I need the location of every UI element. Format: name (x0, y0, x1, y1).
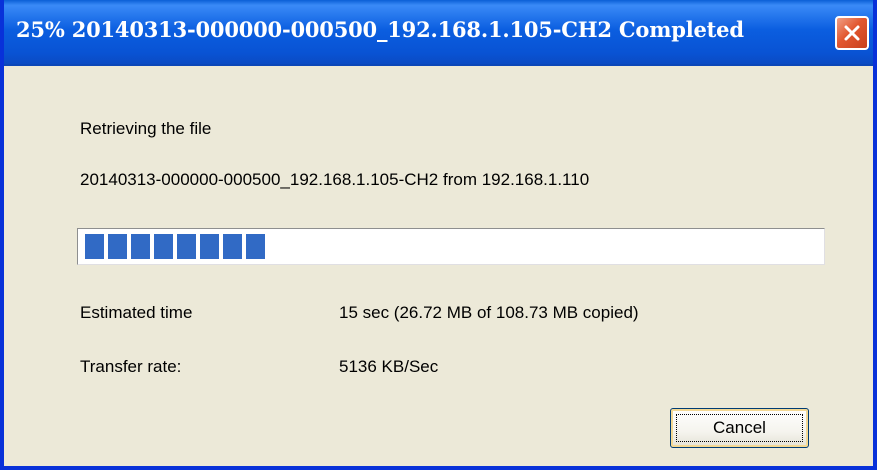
transfer-rate-value: 5136 KB/Sec (339, 357, 439, 376)
progress-block (85, 234, 104, 259)
progress-block (131, 234, 150, 259)
cancel-button-label: Cancel (713, 418, 766, 437)
progress-block (154, 234, 173, 259)
file-description: 20140313-000000-000500_192.168.1.105-CH2… (80, 170, 590, 189)
estimated-time-label: Estimated time (80, 303, 193, 322)
progress-fill (85, 234, 825, 259)
status-text: Retrieving the file (80, 119, 212, 138)
window-title: 25% 20140313-000000-000500_192.168.1.105… (16, 17, 744, 42)
title-bar[interactable]: 25% 20140313-000000-000500_192.168.1.105… (4, 0, 873, 66)
close-button[interactable] (835, 16, 869, 50)
transfer-rate-label: Transfer rate: (80, 357, 182, 376)
close-icon (844, 25, 860, 41)
dialog-window: 25% 20140313-000000-000500_192.168.1.105… (0, 0, 877, 470)
progress-bar (77, 228, 825, 265)
cancel-button[interactable]: Cancel (670, 408, 809, 448)
progress-block (108, 234, 127, 259)
progress-block (246, 234, 265, 259)
progress-block (177, 234, 196, 259)
progress-block (223, 234, 242, 259)
dialog-body: Retrieving the file 20140313-000000-0005… (4, 66, 873, 466)
estimated-time-value: 15 sec (26.72 MB of 108.73 MB copied) (339, 303, 639, 322)
progress-block (200, 234, 219, 259)
